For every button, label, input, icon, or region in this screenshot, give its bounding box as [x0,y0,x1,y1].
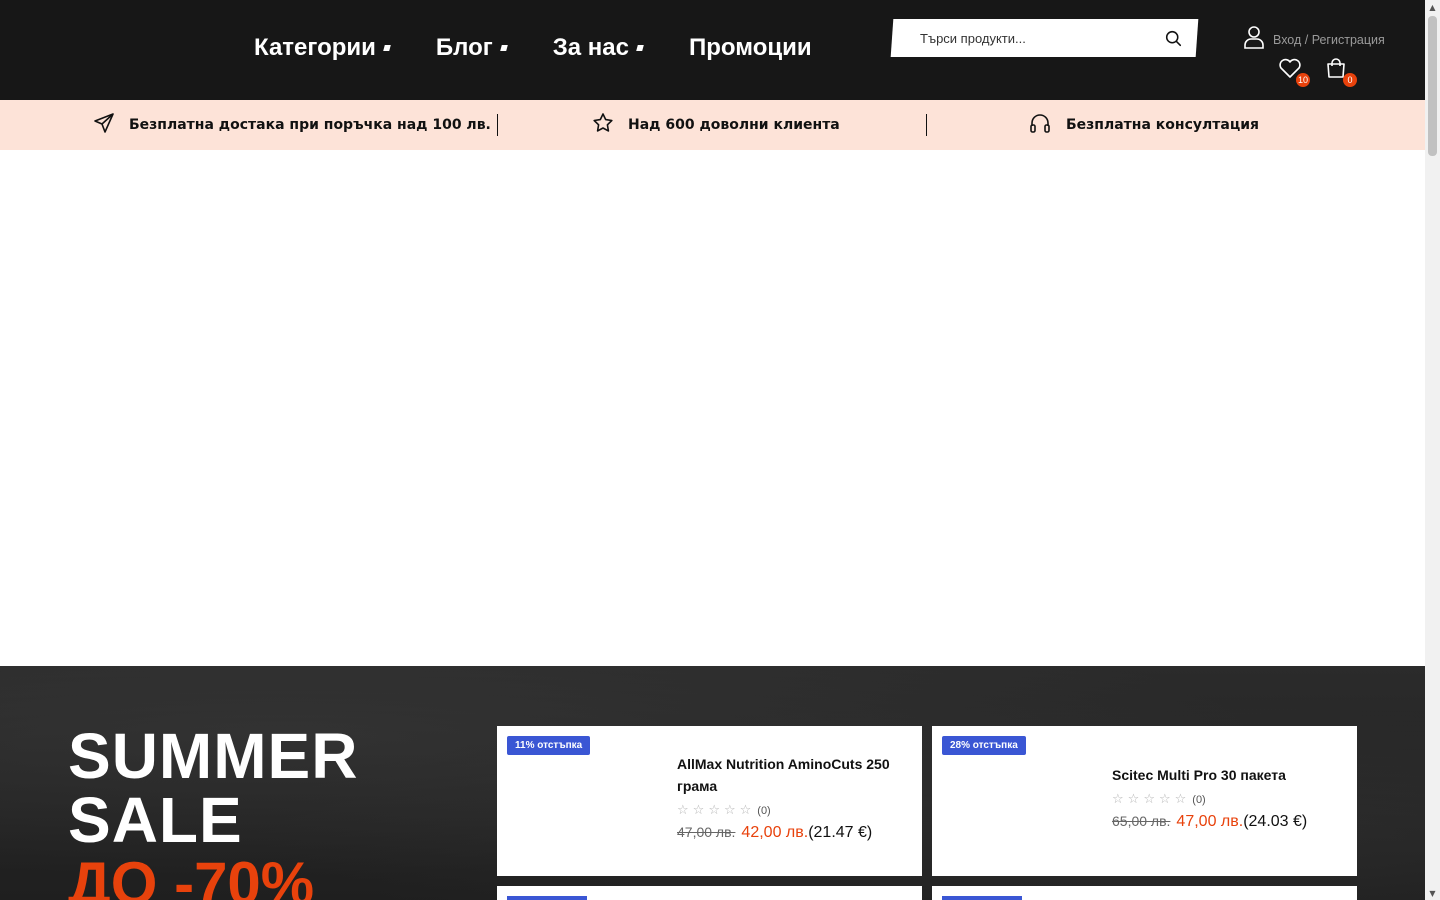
nav-item-promotions[interactable]: Промоции [689,34,812,62]
discount-badge: 11% отстъпка [507,736,591,755]
user-icon [1243,25,1265,54]
sale-price: 42,00 лв. [741,824,809,841]
benefit-text: Безплатна консултация [1066,117,1259,133]
star-outline-icon: ☆ [1174,792,1187,807]
product-name[interactable]: Scitec Multi Pro 30 пакета [1112,764,1342,786]
account-label: Вход / Регистрация [1273,32,1385,47]
wishlist-count-badge: 10 [1295,73,1310,87]
scrollbar-thumb[interactable] [1428,16,1437,156]
product-name[interactable]: AllMax Nutrition AminoCuts 250 грама [677,753,907,797]
account-link[interactable]: Вход / Регистрация [1243,25,1385,54]
product-price: 65,00 лв. 47,00 лв. (24.03 €) [1112,813,1342,831]
product-card[interactable]: 28% отстъпка Scitec Multi Pro 30 пакета … [932,726,1357,876]
star-outline-icon: ☆ [1158,792,1171,807]
search-input[interactable] [920,30,1163,46]
dropdown-indicator-icon [383,45,391,51]
headphones-icon [1028,111,1052,140]
product-rating: ☆ ☆ ☆ ☆ ☆ (0) [1112,792,1342,807]
star-outline-icon: ☆ [677,803,689,818]
star-outline-icon: ☆ [1143,792,1155,807]
page: Категории Блог За нас Промоции Търси про… [0,0,1440,900]
star-outline-icon: ☆ [692,803,705,818]
sale-title-line: SALE [68,784,243,856]
old-price: 47,00 лв. [677,824,736,840]
site-header: Категории Блог За нас Промоции Търси про… [0,0,1425,100]
star-outline-icon: ☆ [708,803,720,818]
eur-price: (24.03 €) [1243,813,1308,830]
product-info: Scitec Multi Pro 30 пакета ☆ ☆ ☆ ☆ ☆ (0)… [1112,764,1342,831]
nav-item-label: Блог [435,34,493,61]
wishlist-button[interactable]: 10 [1278,57,1310,87]
product-card[interactable] [932,886,1357,900]
benefit-text: Безплатна достака при поръчка над 100 лв… [129,117,491,133]
product-card[interactable] [497,886,922,900]
benefit-free-delivery: Безплатна достака при поръчка над 100 лв… [93,100,491,150]
paper-plane-icon [93,112,115,139]
dropdown-indicator-icon [499,45,508,51]
nav-item-blog[interactable]: Блог [435,34,508,62]
nav-item-label: Категории [254,34,376,61]
summer-sale-section: SUMMER SALE ДО -70% 11% отстъпка AllMax … [0,666,1425,900]
star-outline-icon: ☆ [723,803,736,818]
nav-item-categories[interactable]: Категории [254,34,391,62]
search-icon[interactable] [1163,28,1183,48]
cart-button[interactable]: 0 [1325,57,1357,87]
scroll-down-icon[interactable]: ▼ [1425,886,1440,900]
vertical-scrollbar[interactable]: ▲ ▼ [1425,0,1440,900]
product-rating: ☆ ☆ ☆ ☆ ☆ (0) [677,803,907,818]
star-outline-icon: ☆ [739,803,752,818]
divider [497,114,498,136]
benefit-text: Над 600 доволни клиента [628,117,840,133]
sale-title-line: SUMMER [68,720,359,792]
benefits-bar: Безплатна достака при поръчка над 100 лв… [0,100,1425,150]
dropdown-indicator-icon [636,45,644,51]
nav-item-label: Промоции [689,34,812,61]
discount-badge [507,896,587,900]
star-outline-icon: ☆ [1127,792,1140,807]
star-outline-icon: ☆ [1112,792,1124,807]
sale-title: SUMMER SALE [68,724,358,852]
product-info: AllMax Nutrition AminoCuts 250 грама ☆ ☆… [677,753,907,842]
review-count: (0) [757,804,771,817]
nav-item-about[interactable]: За нас [552,34,644,62]
star-icon [592,112,614,139]
cart-count-badge: 0 [1343,73,1357,87]
review-count: (0) [1192,793,1206,806]
old-price: 65,00 лв. [1112,813,1171,829]
divider [926,114,927,136]
nav-item-label: За нас [552,34,629,61]
discount-badge [942,896,1022,900]
product-card[interactable]: 11% отстъпка AllMax Nutrition AminoCuts … [497,726,922,876]
sale-price: 47,00 лв. [1176,813,1244,830]
sale-subtitle: ДО -70% [68,850,315,900]
eur-price: (21.47 €) [808,824,873,841]
search-box [890,19,1199,57]
discount-badge: 28% отстъпка [942,736,1026,755]
scroll-up-icon[interactable]: ▲ [1425,0,1440,14]
product-price: 47,00 лв. 42,00 лв. (21.47 €) [677,824,907,842]
benefit-free-consultation: Безплатна консултация [1028,100,1259,150]
main-nav: Категории Блог За нас Промоции [254,34,812,62]
benefit-happy-clients: Над 600 доволни клиента [592,100,840,150]
